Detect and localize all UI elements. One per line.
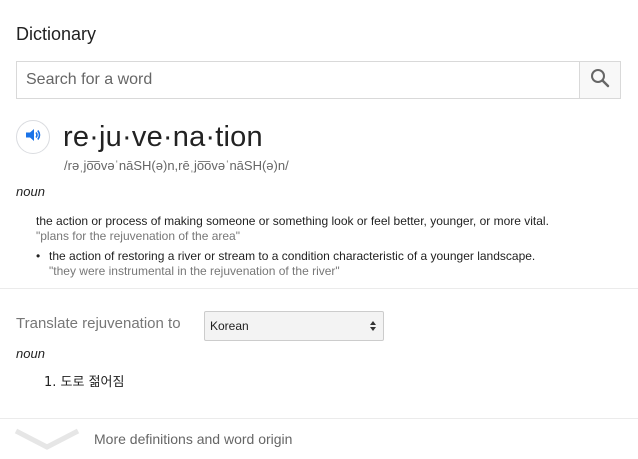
example-2: "they were instrumental in the rejuvenat… xyxy=(49,264,340,278)
translate-label: Translate rejuvenation to xyxy=(16,315,181,332)
more-definitions-label: More definitions and word origin xyxy=(94,431,293,447)
pronunciation-button[interactable] xyxy=(16,120,50,154)
selected-language: Korean xyxy=(210,319,249,333)
headword: re·ju·ve·na·tion xyxy=(63,121,263,153)
sense-bullet: • xyxy=(36,249,41,263)
definition-2: the action of restoring a river or strea… xyxy=(49,249,536,263)
phonetic-spelling: /rəˌjo͞ovəˈnāSH(ə)n,rēˌjo͞ovəˈnāSH(ə)n/ xyxy=(64,158,289,173)
example-1: "plans for the rejuvenation of the area" xyxy=(36,229,240,243)
search-icon xyxy=(590,68,610,93)
part-of-speech: noun xyxy=(16,184,45,199)
dictionary-panel: Dictionary re·ju·ve·na·tion /rəˌjo͞ovəˈn… xyxy=(0,0,638,459)
definition-1: the action or process of making someone … xyxy=(36,214,549,228)
section-divider xyxy=(0,288,638,289)
language-select[interactable]: Korean xyxy=(204,311,384,341)
select-arrows-icon xyxy=(369,320,377,335)
translation-part-of-speech: noun xyxy=(16,346,45,361)
search-input[interactable] xyxy=(17,62,579,98)
search-box xyxy=(16,61,621,99)
chevron-down-icon xyxy=(14,427,80,456)
search-button[interactable] xyxy=(579,62,620,98)
speaker-icon xyxy=(23,125,43,150)
panel-title: Dictionary xyxy=(16,24,97,44)
translation-result: 1. 도로 젊어짐 xyxy=(44,375,125,390)
more-definitions-button[interactable]: More definitions and word origin xyxy=(0,419,638,459)
